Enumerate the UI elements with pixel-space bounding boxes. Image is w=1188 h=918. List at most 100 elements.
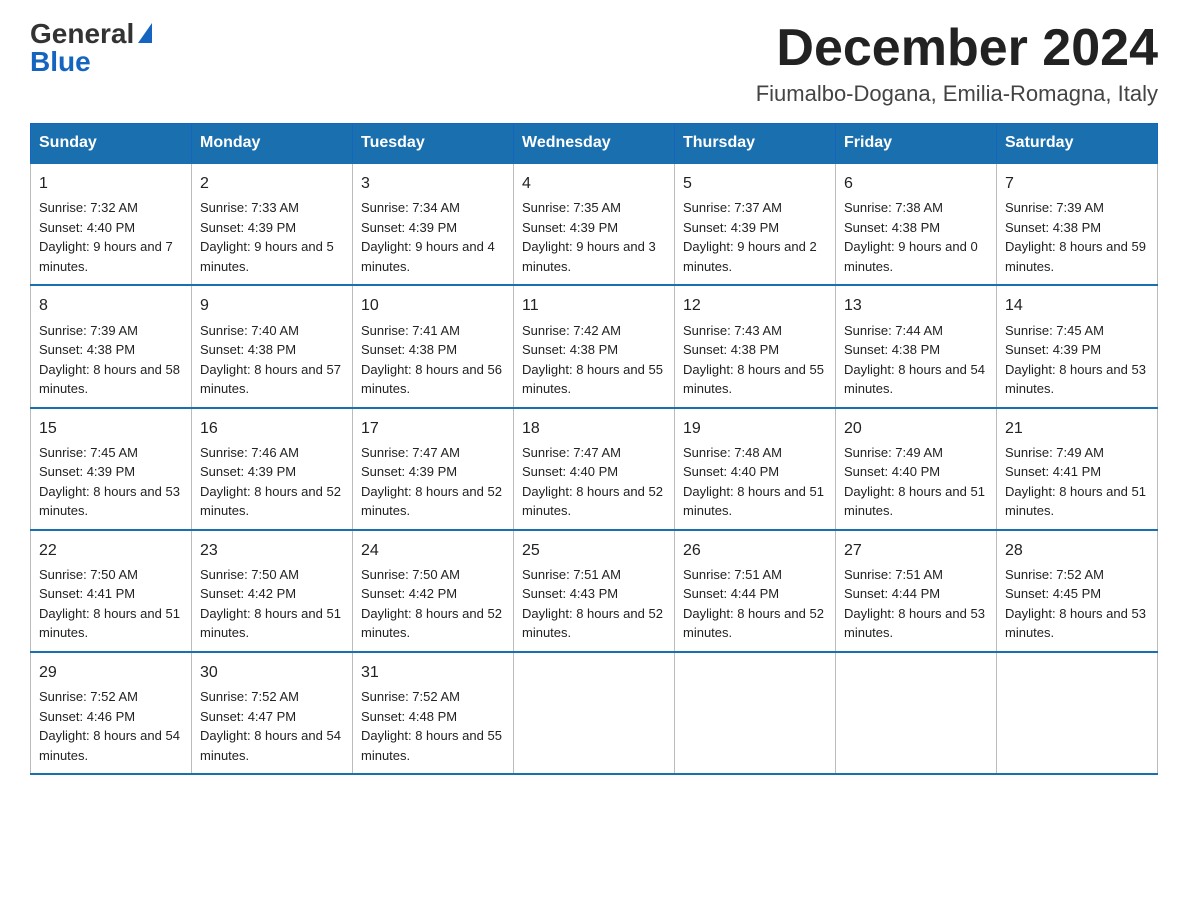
- day-number: 20: [844, 417, 988, 440]
- day-number: 31: [361, 661, 505, 684]
- calendar-header-friday: Friday: [836, 124, 997, 164]
- day-number: 2: [200, 172, 344, 195]
- day-info: Sunrise: 7:42 AMSunset: 4:38 PMDaylight:…: [522, 321, 666, 399]
- day-info: Sunrise: 7:49 AMSunset: 4:41 PMDaylight:…: [1005, 443, 1149, 521]
- day-info: Sunrise: 7:51 AMSunset: 4:44 PMDaylight:…: [683, 565, 827, 643]
- day-number: 15: [39, 417, 183, 440]
- calendar-week-row: 1 Sunrise: 7:32 AMSunset: 4:40 PMDaylight…: [31, 163, 1158, 285]
- day-number: 5: [683, 172, 827, 195]
- day-info: Sunrise: 7:52 AMSunset: 4:45 PMDaylight:…: [1005, 565, 1149, 643]
- page-header: General Blue December 2024 Fiumalbo-Doga…: [30, 20, 1158, 107]
- day-info: Sunrise: 7:47 AMSunset: 4:40 PMDaylight:…: [522, 443, 666, 521]
- calendar-cell: 29 Sunrise: 7:52 AMSunset: 4:46 PMDayligh…: [31, 652, 192, 774]
- calendar-cell: 23 Sunrise: 7:50 AMSunset: 4:42 PMDayligh…: [192, 530, 353, 652]
- day-info: Sunrise: 7:45 AMSunset: 4:39 PMDaylight:…: [39, 443, 183, 521]
- calendar-cell: 31 Sunrise: 7:52 AMSunset: 4:48 PMDayligh…: [353, 652, 514, 774]
- day-number: 6: [844, 172, 988, 195]
- day-number: 26: [683, 539, 827, 562]
- day-number: 7: [1005, 172, 1149, 195]
- day-info: Sunrise: 7:49 AMSunset: 4:40 PMDaylight:…: [844, 443, 988, 521]
- calendar-header-monday: Monday: [192, 124, 353, 164]
- day-number: 29: [39, 661, 183, 684]
- logo-general-text: General: [30, 20, 134, 48]
- day-info: Sunrise: 7:46 AMSunset: 4:39 PMDaylight:…: [200, 443, 344, 521]
- day-number: 12: [683, 294, 827, 317]
- day-info: Sunrise: 7:37 AMSunset: 4:39 PMDaylight:…: [683, 198, 827, 276]
- day-number: 22: [39, 539, 183, 562]
- calendar-cell: 20 Sunrise: 7:49 AMSunset: 4:40 PMDayligh…: [836, 408, 997, 530]
- day-info: Sunrise: 7:50 AMSunset: 4:42 PMDaylight:…: [200, 565, 344, 643]
- day-number: 21: [1005, 417, 1149, 440]
- day-info: Sunrise: 7:38 AMSunset: 4:38 PMDaylight:…: [844, 198, 988, 276]
- day-number: 3: [361, 172, 505, 195]
- calendar-cell: 19Sunrise: 7:48 AMSunset: 4:40 PMDayligh…: [675, 408, 836, 530]
- calendar-cell: 13Sunrise: 7:44 AMSunset: 4:38 PMDayligh…: [836, 285, 997, 407]
- day-info: Sunrise: 7:40 AMSunset: 4:38 PMDaylight:…: [200, 321, 344, 399]
- calendar-cell: 17 Sunrise: 7:47 AMSunset: 4:39 PMDayligh…: [353, 408, 514, 530]
- logo-blue-text: Blue: [30, 48, 91, 76]
- calendar-week-row: 15 Sunrise: 7:45 AMSunset: 4:39 PMDayligh…: [31, 408, 1158, 530]
- day-info: Sunrise: 7:48 AMSunset: 4:40 PMDaylight:…: [683, 443, 827, 521]
- day-number: 9: [200, 294, 344, 317]
- calendar-cell: 22 Sunrise: 7:50 AMSunset: 4:41 PMDayligh…: [31, 530, 192, 652]
- logo-triangle-icon: [138, 23, 152, 43]
- day-number: 28: [1005, 539, 1149, 562]
- calendar-header-saturday: Saturday: [997, 124, 1158, 164]
- day-number: 23: [200, 539, 344, 562]
- calendar-cell: 1 Sunrise: 7:32 AMSunset: 4:40 PMDaylight…: [31, 163, 192, 285]
- day-info: Sunrise: 7:33 AMSunset: 4:39 PMDaylight:…: [200, 198, 344, 276]
- calendar-header-thursday: Thursday: [675, 124, 836, 164]
- day-number: 4: [522, 172, 666, 195]
- calendar-cell: 5 Sunrise: 7:37 AMSunset: 4:39 PMDaylight…: [675, 163, 836, 285]
- day-info: Sunrise: 7:45 AMSunset: 4:39 PMDaylight:…: [1005, 321, 1149, 399]
- calendar-cell: 3 Sunrise: 7:34 AMSunset: 4:39 PMDaylight…: [353, 163, 514, 285]
- day-info: Sunrise: 7:51 AMSunset: 4:44 PMDaylight:…: [844, 565, 988, 643]
- day-number: 24: [361, 539, 505, 562]
- calendar-header-tuesday: Tuesday: [353, 124, 514, 164]
- day-info: Sunrise: 7:34 AMSunset: 4:39 PMDaylight:…: [361, 198, 505, 276]
- calendar-week-row: 29 Sunrise: 7:52 AMSunset: 4:46 PMDayligh…: [31, 652, 1158, 774]
- day-number: 16: [200, 417, 344, 440]
- day-number: 13: [844, 294, 988, 317]
- day-info: Sunrise: 7:47 AMSunset: 4:39 PMDaylight:…: [361, 443, 505, 521]
- calendar-cell: 27 Sunrise: 7:51 AMSunset: 4:44 PMDayligh…: [836, 530, 997, 652]
- calendar-header-row: SundayMondayTuesdayWednesdayThursdayFrid…: [31, 124, 1158, 164]
- calendar-cell: 6 Sunrise: 7:38 AMSunset: 4:38 PMDaylight…: [836, 163, 997, 285]
- calendar-week-row: 8Sunrise: 7:39 AMSunset: 4:38 PMDaylight…: [31, 285, 1158, 407]
- day-number: 1: [39, 172, 183, 195]
- calendar-cell: 18Sunrise: 7:47 AMSunset: 4:40 PMDayligh…: [514, 408, 675, 530]
- calendar-cell: 7 Sunrise: 7:39 AMSunset: 4:38 PMDaylight…: [997, 163, 1158, 285]
- day-info: Sunrise: 7:50 AMSunset: 4:42 PMDaylight:…: [361, 565, 505, 643]
- calendar-cell: 15 Sunrise: 7:45 AMSunset: 4:39 PMDayligh…: [31, 408, 192, 530]
- calendar-cell: 9 Sunrise: 7:40 AMSunset: 4:38 PMDaylight…: [192, 285, 353, 407]
- calendar-header-sunday: Sunday: [31, 124, 192, 164]
- calendar-cell: 2 Sunrise: 7:33 AMSunset: 4:39 PMDaylight…: [192, 163, 353, 285]
- calendar-header-wednesday: Wednesday: [514, 124, 675, 164]
- day-info: Sunrise: 7:39 AMSunset: 4:38 PMDaylight:…: [39, 321, 183, 399]
- calendar-cell: [997, 652, 1158, 774]
- day-info: Sunrise: 7:52 AMSunset: 4:46 PMDaylight:…: [39, 687, 183, 765]
- month-year-title: December 2024: [756, 20, 1158, 77]
- day-number: 11: [522, 294, 666, 317]
- day-number: 27: [844, 539, 988, 562]
- calendar-cell: 26 Sunrise: 7:51 AMSunset: 4:44 PMDayligh…: [675, 530, 836, 652]
- calendar-cell: 8Sunrise: 7:39 AMSunset: 4:38 PMDaylight…: [31, 285, 192, 407]
- day-info: Sunrise: 7:52 AMSunset: 4:48 PMDaylight:…: [361, 687, 505, 765]
- day-number: 17: [361, 417, 505, 440]
- day-info: Sunrise: 7:32 AMSunset: 4:40 PMDaylight:…: [39, 198, 183, 276]
- calendar-cell: 21 Sunrise: 7:49 AMSunset: 4:41 PMDayligh…: [997, 408, 1158, 530]
- day-info: Sunrise: 7:43 AMSunset: 4:38 PMDaylight:…: [683, 321, 827, 399]
- location-subtitle: Fiumalbo-Dogana, Emilia-Romagna, Italy: [756, 81, 1158, 107]
- calendar-cell: 25 Sunrise: 7:51 AMSunset: 4:43 PMDayligh…: [514, 530, 675, 652]
- day-info: Sunrise: 7:50 AMSunset: 4:41 PMDaylight:…: [39, 565, 183, 643]
- day-number: 30: [200, 661, 344, 684]
- title-block: December 2024 Fiumalbo-Dogana, Emilia-Ro…: [756, 20, 1158, 107]
- calendar-cell: 24 Sunrise: 7:50 AMSunset: 4:42 PMDayligh…: [353, 530, 514, 652]
- calendar-week-row: 22 Sunrise: 7:50 AMSunset: 4:41 PMDayligh…: [31, 530, 1158, 652]
- logo: General Blue: [30, 20, 152, 76]
- calendar-table: SundayMondayTuesdayWednesdayThursdayFrid…: [30, 123, 1158, 775]
- day-info: Sunrise: 7:51 AMSunset: 4:43 PMDaylight:…: [522, 565, 666, 643]
- day-number: 25: [522, 539, 666, 562]
- day-info: Sunrise: 7:39 AMSunset: 4:38 PMDaylight:…: [1005, 198, 1149, 276]
- calendar-cell: 4Sunrise: 7:35 AMSunset: 4:39 PMDaylight…: [514, 163, 675, 285]
